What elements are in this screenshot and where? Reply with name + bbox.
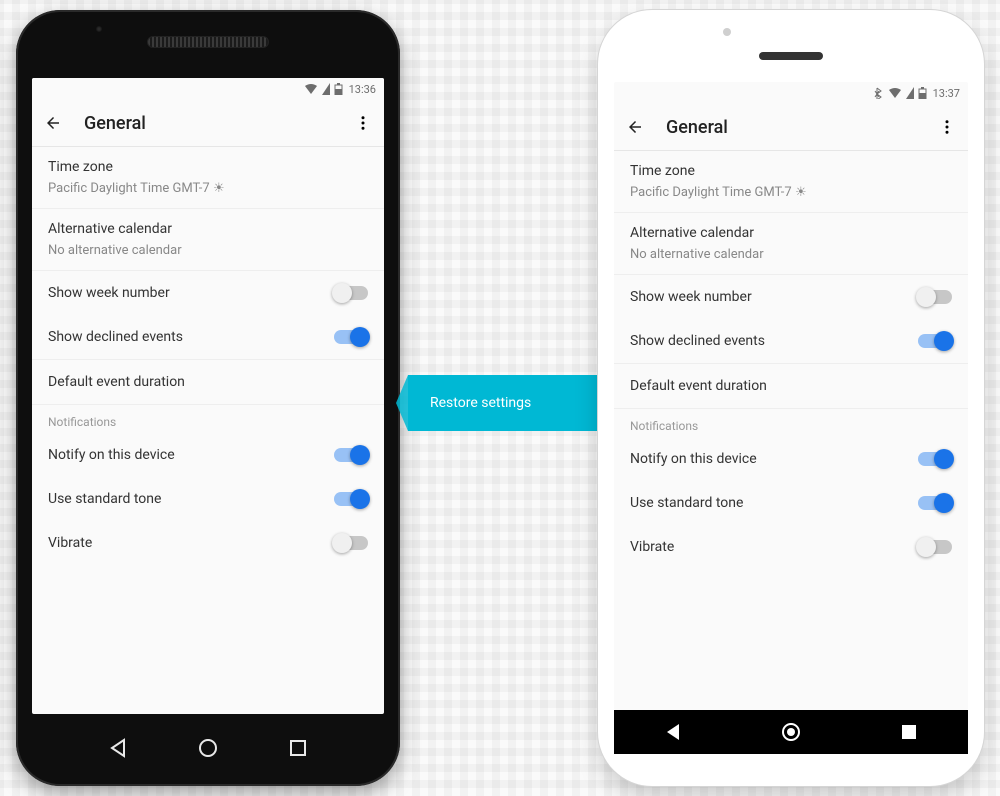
setting-value: Pacific Daylight Time GMT-7 [48, 181, 210, 196]
phone-left-frame: 13:36 General Time zone Pacific Daylight… [16, 10, 400, 786]
nav-home-icon[interactable] [779, 720, 803, 744]
setting-show-week-number[interactable]: Show week number [32, 271, 384, 315]
setting-timezone[interactable]: Time zone Pacific Daylight Time GMT-7 ☀ [614, 151, 968, 212]
setting-value: No alternative calendar [630, 247, 952, 262]
camera-dot [723, 28, 731, 36]
setting-notify-device[interactable]: Notify on this device [32, 433, 384, 477]
setting-value: No alternative calendar [48, 243, 368, 258]
setting-show-declined[interactable]: Show declined events [32, 315, 384, 359]
setting-label: Time zone [48, 159, 368, 175]
setting-label: Default event duration [630, 378, 767, 394]
nav-recents-icon[interactable] [898, 721, 920, 743]
earpiece-speaker [759, 52, 823, 60]
nav-recents-icon[interactable] [286, 736, 310, 760]
status-bar: 13:37 [614, 82, 968, 104]
section-header-notifications: Notifications [614, 409, 968, 437]
setting-value: Pacific Daylight Time GMT-7 [630, 185, 792, 200]
toggle-switch[interactable] [918, 334, 952, 348]
setting-label: Notify on this device [48, 447, 175, 463]
toggle-switch[interactable] [918, 290, 952, 304]
page-title: General [84, 113, 332, 134]
setting-label: Alternative calendar [48, 221, 368, 237]
earpiece-speaker [147, 36, 269, 48]
setting-default-duration[interactable]: Default event duration [614, 364, 968, 408]
toggle-switch[interactable] [334, 330, 368, 344]
arrow-label-text: Restore settings [430, 395, 531, 411]
toggle-switch[interactable] [334, 286, 368, 300]
setting-default-duration[interactable]: Default event duration [32, 360, 384, 404]
settings-list[interactable]: Time zone Pacific Daylight Time GMT-7 ☀ … [32, 147, 384, 714]
setting-standard-tone[interactable]: Use standard tone [32, 477, 384, 521]
setting-vibrate[interactable]: Vibrate [614, 525, 968, 569]
setting-label: Show week number [630, 289, 752, 305]
overflow-menu-icon[interactable] [354, 114, 372, 132]
setting-show-declined[interactable]: Show declined events [614, 319, 968, 363]
sun-icon: ☀ [213, 181, 225, 196]
setting-vibrate[interactable]: Vibrate [32, 521, 384, 565]
restore-arrow: Restore settings [408, 375, 630, 431]
setting-label: Use standard tone [630, 495, 743, 511]
bluetooth-icon [874, 87, 884, 99]
phone-right-screen: 13:37 General Time zone Pacific Daylight… [614, 82, 968, 710]
battery-icon [918, 87, 927, 99]
toggle-switch[interactable] [334, 448, 368, 462]
toggle-switch[interactable] [334, 492, 368, 506]
phone-right-frame: 13:37 General Time zone Pacific Daylight… [598, 10, 984, 786]
setting-label: Vibrate [48, 535, 92, 551]
setting-label: Show declined events [630, 333, 765, 349]
nav-home-icon[interactable] [196, 736, 220, 760]
toggle-switch[interactable] [918, 540, 952, 554]
back-icon[interactable] [44, 114, 62, 132]
section-header-notifications: Notifications [32, 405, 384, 433]
app-bar: General [614, 104, 968, 151]
setting-label: Alternative calendar [630, 225, 952, 241]
nav-back-icon[interactable] [662, 721, 684, 743]
setting-label: Vibrate [630, 539, 674, 555]
cellular-icon [322, 83, 330, 95]
setting-notify-device[interactable]: Notify on this device [614, 437, 968, 481]
status-clock: 13:36 [349, 83, 376, 96]
cellular-icon [906, 87, 914, 99]
status-bar: 13:36 [32, 78, 384, 100]
setting-alt-calendar[interactable]: Alternative calendar No alternative cale… [32, 209, 384, 270]
setting-label: Notify on this device [630, 451, 757, 467]
setting-label: Use standard tone [48, 491, 161, 507]
setting-label: Show declined events [48, 329, 183, 345]
battery-icon [334, 83, 343, 95]
setting-timezone[interactable]: Time zone Pacific Daylight Time GMT-7 ☀ [32, 147, 384, 208]
navigation-bar [614, 710, 968, 754]
setting-label: Default event duration [48, 374, 185, 390]
setting-show-week-number[interactable]: Show week number [614, 275, 968, 319]
toggle-switch[interactable] [918, 496, 952, 510]
page-title: General [666, 117, 916, 138]
toggle-switch[interactable] [334, 536, 368, 550]
wifi-icon [888, 87, 902, 99]
overflow-menu-icon[interactable] [938, 118, 956, 136]
nav-back-icon[interactable] [106, 736, 130, 760]
wifi-icon [304, 83, 318, 95]
setting-alt-calendar[interactable]: Alternative calendar No alternative cale… [614, 213, 968, 274]
setting-label: Show week number [48, 285, 170, 301]
status-clock: 13:37 [933, 87, 960, 100]
toggle-switch[interactable] [918, 452, 952, 466]
camera-dot [96, 26, 102, 32]
settings-list[interactable]: Time zone Pacific Daylight Time GMT-7 ☀ … [614, 151, 968, 710]
phone-left-screen: 13:36 General Time zone Pacific Daylight… [32, 78, 384, 714]
setting-label: Time zone [630, 163, 952, 179]
setting-standard-tone[interactable]: Use standard tone [614, 481, 968, 525]
back-icon[interactable] [626, 118, 644, 136]
sun-icon: ☀ [795, 185, 807, 200]
app-bar: General [32, 100, 384, 147]
